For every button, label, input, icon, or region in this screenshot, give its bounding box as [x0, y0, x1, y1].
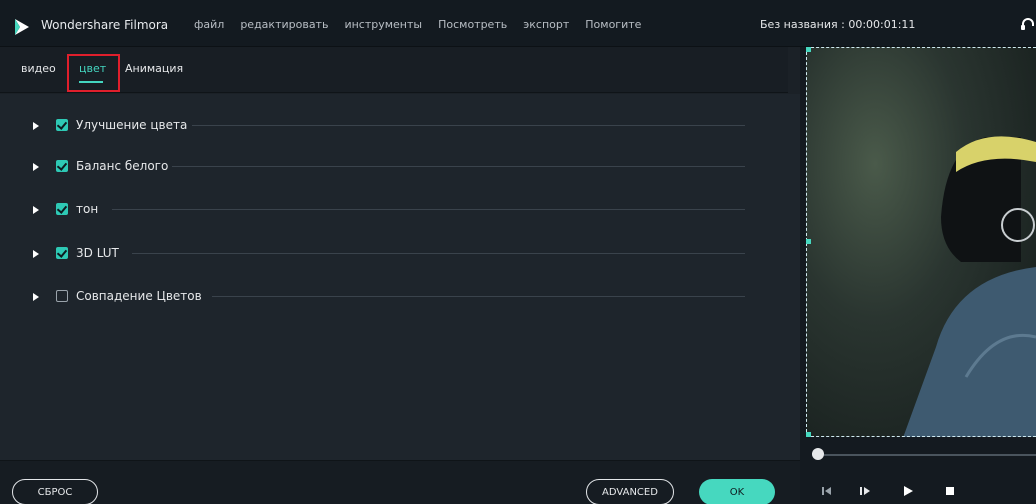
section-label: 3D LUT	[76, 246, 119, 260]
section-checkbox[interactable]	[56, 203, 68, 215]
section-divider	[132, 253, 745, 254]
ok-button[interactable]: OK	[699, 479, 775, 504]
step-forward-icon[interactable]	[857, 484, 873, 498]
expand-arrow-icon[interactable]	[33, 163, 39, 171]
section-3d-lut[interactable]: 3D LUT	[0, 244, 800, 264]
menu-help[interactable]: Помогите	[585, 18, 641, 31]
headset-icon[interactable]	[1020, 16, 1036, 32]
section-color-match[interactable]: Совпадение Цветов	[0, 287, 800, 307]
menu-export[interactable]: экспорт	[523, 18, 569, 31]
section-white-balance[interactable]: Баланс белого	[0, 157, 800, 177]
section-divider	[112, 209, 745, 210]
expand-arrow-icon[interactable]	[33, 122, 39, 130]
expand-arrow-icon[interactable]	[33, 206, 39, 214]
section-divider	[192, 125, 745, 126]
bottom-bar	[0, 460, 800, 504]
section-checkbox[interactable]	[56, 119, 68, 131]
section-tone[interactable]: тон	[0, 200, 800, 220]
project-title: Без названия : 00:00:01:11	[760, 18, 916, 31]
video-preview[interactable]	[806, 47, 1036, 437]
advanced-button[interactable]: ADVANCED	[586, 479, 674, 504]
playback-seek-knob[interactable]	[812, 448, 824, 460]
section-divider	[212, 296, 745, 297]
menu-view[interactable]: Посмотреть	[438, 18, 507, 31]
section-label: тон	[76, 202, 99, 216]
expand-arrow-icon[interactable]	[33, 293, 39, 301]
color-settings-panel: Улучшение цвета Баланс белого тон 3D LUT…	[0, 94, 800, 460]
crop-boundary[interactable]	[806, 47, 1036, 437]
title-bar: Wondershare Filmora файл редактировать и…	[0, 0, 1036, 47]
stop-icon[interactable]	[942, 484, 958, 498]
menu-tools[interactable]: инструменты	[344, 18, 422, 31]
play-icon[interactable]	[900, 484, 916, 498]
color-tab-highlight-box	[67, 54, 120, 92]
previous-frame-icon[interactable]	[819, 484, 835, 498]
section-checkbox[interactable]	[56, 290, 68, 302]
menu-file[interactable]: файл	[194, 18, 224, 31]
tab-animation[interactable]: Анимация	[125, 62, 183, 75]
menu-bar: файл редактировать инструменты Посмотрет…	[194, 18, 657, 31]
crop-handle[interactable]	[806, 47, 811, 52]
crop-handle[interactable]	[806, 239, 811, 244]
section-label: Улучшение цвета	[76, 118, 188, 132]
section-color-enhancement[interactable]: Улучшение цвета	[0, 116, 800, 136]
playback-seek-track[interactable]	[812, 454, 1036, 456]
section-divider	[172, 166, 745, 167]
app-name: Wondershare Filmora	[41, 18, 169, 32]
section-label: Совпадение Цветов	[76, 289, 202, 303]
section-checkbox[interactable]	[56, 160, 68, 172]
expand-arrow-icon[interactable]	[33, 250, 39, 258]
crop-handle[interactable]	[806, 432, 811, 437]
reset-button[interactable]: СБРОС	[12, 479, 98, 504]
menu-edit[interactable]: редактировать	[240, 18, 328, 31]
section-label: Баланс белого	[76, 159, 169, 173]
tab-video[interactable]: видео	[21, 62, 56, 75]
section-checkbox[interactable]	[56, 247, 68, 259]
filmora-logo-icon	[15, 19, 29, 35]
